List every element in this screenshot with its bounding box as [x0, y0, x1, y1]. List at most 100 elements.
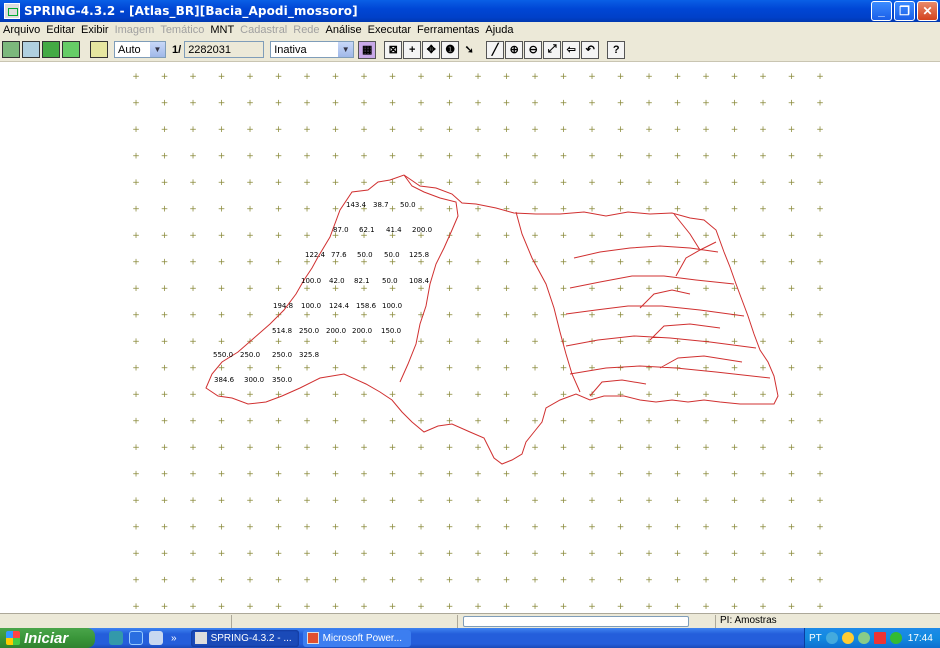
- grid-cross-icon: +: [132, 99, 140, 109]
- users-icon[interactable]: [857, 632, 870, 644]
- task-spring[interactable]: SPRING-4.3.2 - ...: [190, 629, 299, 647]
- grid-cross-icon: +: [132, 231, 140, 241]
- desenhar-icon[interactable]: [90, 41, 108, 58]
- language-indicator[interactable]: PT: [809, 633, 822, 644]
- cursor-add-icon[interactable]: +: [403, 40, 422, 59]
- sample-value: 250.0: [272, 351, 292, 359]
- quicklaunch-explorer-icon[interactable]: [109, 631, 123, 645]
- chevron-right-icon[interactable]: »: [171, 633, 177, 644]
- powerpoint-task-icon: [306, 632, 319, 644]
- zoom-out-icon[interactable]: ⊖: [524, 40, 543, 59]
- grid-cross-icon: +: [332, 496, 340, 506]
- status-cell: [232, 615, 458, 628]
- grid-cross-icon: +: [161, 284, 169, 294]
- scale-mode-select[interactable]: Auto ▼: [114, 41, 166, 58]
- grid-cross-icon: +: [759, 284, 767, 294]
- menu-item-executar[interactable]: Executar: [365, 24, 414, 36]
- title-bar[interactable]: SPRING-4.3.2 - [Atlas_BR][Bacia_Apodi_mo…: [0, 0, 940, 22]
- menu-item-analise[interactable]: Análise: [323, 24, 365, 36]
- grid-cross-icon: +: [816, 152, 824, 162]
- menu-item-editar[interactable]: Editar: [43, 24, 78, 36]
- grid-cross-icon: +: [332, 470, 340, 480]
- grid-cross-icon: +: [132, 125, 140, 135]
- shield-icon[interactable]: [841, 632, 854, 644]
- grid-cross-icon: +: [474, 152, 482, 162]
- grid-cross-icon: +: [674, 178, 682, 188]
- restore-button[interactable]: ❐: [894, 1, 915, 21]
- menu-item-rede[interactable]: Rede: [290, 24, 322, 36]
- recompor-icon[interactable]: ▦: [358, 40, 377, 59]
- grid-cross-icon: +: [702, 390, 710, 400]
- painel-controle-icon[interactable]: [2, 41, 20, 58]
- quicklaunch-ie-icon[interactable]: [129, 631, 143, 645]
- menu-item-exibir[interactable]: Exibir: [78, 24, 112, 36]
- menu-item-ajuda[interactable]: Ajuda: [482, 24, 516, 36]
- undo-icon[interactable]: ↶: [581, 40, 600, 59]
- grid-cross-icon: +: [389, 72, 397, 82]
- grid-cross-icon: +: [674, 152, 682, 162]
- chevron-down-icon[interactable]: ▼: [150, 42, 165, 57]
- zoom-area-icon[interactable]: ⤢: [543, 40, 562, 59]
- grid-cross-icon: +: [332, 311, 340, 321]
- grid-cross-icon: +: [531, 72, 539, 82]
- grid-cross-icon: +: [189, 390, 197, 400]
- close-button[interactable]: ✕: [917, 1, 938, 21]
- grid-cross-icon: +: [617, 602, 625, 612]
- menu-item-ferramentas[interactable]: Ferramentas: [414, 24, 482, 36]
- task-powerpoint[interactable]: Microsoft Power...: [302, 629, 411, 647]
- tela-icon[interactable]: [22, 41, 40, 58]
- cursor-pan-icon[interactable]: ✥: [422, 40, 441, 59]
- grid-cross-icon: +: [674, 443, 682, 453]
- menu-item-imagem[interactable]: Imagem: [112, 24, 158, 36]
- network-icon[interactable]: [825, 632, 838, 644]
- chevron-down-icon[interactable]: ▼: [338, 42, 354, 57]
- grid-cross-icon: +: [531, 364, 539, 374]
- menu-item-tematico[interactable]: Temático: [157, 24, 207, 36]
- grid-cross-icon: +: [303, 337, 311, 347]
- cursor-info-icon[interactable]: ⊠: [384, 40, 403, 59]
- minimize-button[interactable]: _: [871, 1, 892, 21]
- menu-item-cadastral[interactable]: Cadastral: [237, 24, 290, 36]
- grid-cross-icon: +: [360, 258, 368, 268]
- grid-cross-icon: +: [503, 231, 511, 241]
- update-icon[interactable]: [889, 632, 902, 644]
- grid-cross-icon: +: [417, 152, 425, 162]
- menu-item-arquivo[interactable]: Arquivo: [0, 24, 43, 36]
- zoom-in-icon[interactable]: ⊕: [505, 40, 524, 59]
- grid-cross-icon: +: [189, 470, 197, 480]
- map-canvas[interactable]: + + + + + + + + + + + + + + + + + + + + + + + + + + + + + + + + + + + + + + + +…: [0, 62, 940, 613]
- spring-app-icon[interactable]: [4, 3, 20, 19]
- grid-cross-icon: +: [303, 523, 311, 533]
- menu-item-mnt[interactable]: MNT: [207, 24, 237, 36]
- scale-value-field[interactable]: 2282031: [184, 41, 265, 58]
- pointer-icon[interactable]: ➘: [460, 41, 478, 59]
- grid-cross-icon: +: [246, 576, 254, 586]
- grid-cross-icon: +: [674, 390, 682, 400]
- app-tray-icon[interactable]: [873, 632, 886, 644]
- grid-cross-icon: +: [759, 205, 767, 215]
- grid-cross-icon: +: [332, 576, 340, 586]
- grid-cross-icon: +: [645, 311, 653, 321]
- grid-cross-icon: +: [218, 470, 226, 480]
- grid-cross-icon: +: [731, 231, 739, 241]
- grid-cross-icon: +: [218, 152, 226, 162]
- projeto-icon[interactable]: [62, 41, 80, 58]
- grid-cross-icon: +: [332, 178, 340, 188]
- grid-cross-icon: +: [759, 178, 767, 188]
- grid-cross-icon: +: [588, 417, 596, 427]
- banco-dados-icon[interactable]: [42, 41, 60, 58]
- start-button[interactable]: Iniciar: [0, 628, 95, 648]
- draw-line-icon[interactable]: ╱: [486, 40, 505, 59]
- info-icon[interactable]: ❶: [441, 40, 460, 59]
- grid-cross-icon: +: [360, 549, 368, 559]
- grid-cross-icon: +: [275, 549, 283, 559]
- edit-mode-select[interactable]: Inativa ▼: [270, 41, 355, 58]
- map-drawing[interactable]: + + + + + + + + + + + + + + + + + + + + + + + + + + + + + + + + + + + + + + + +…: [0, 62, 940, 613]
- help-icon[interactable]: ?: [607, 40, 626, 59]
- grid-cross-icon: +: [503, 178, 511, 188]
- pan-back-icon[interactable]: ⇦: [562, 40, 581, 59]
- grid-cross-icon: +: [645, 284, 653, 294]
- grid-cross-icon: +: [702, 417, 710, 427]
- quicklaunch-desktop-icon[interactable]: [149, 631, 163, 645]
- grid-cross-icon: +: [246, 470, 254, 480]
